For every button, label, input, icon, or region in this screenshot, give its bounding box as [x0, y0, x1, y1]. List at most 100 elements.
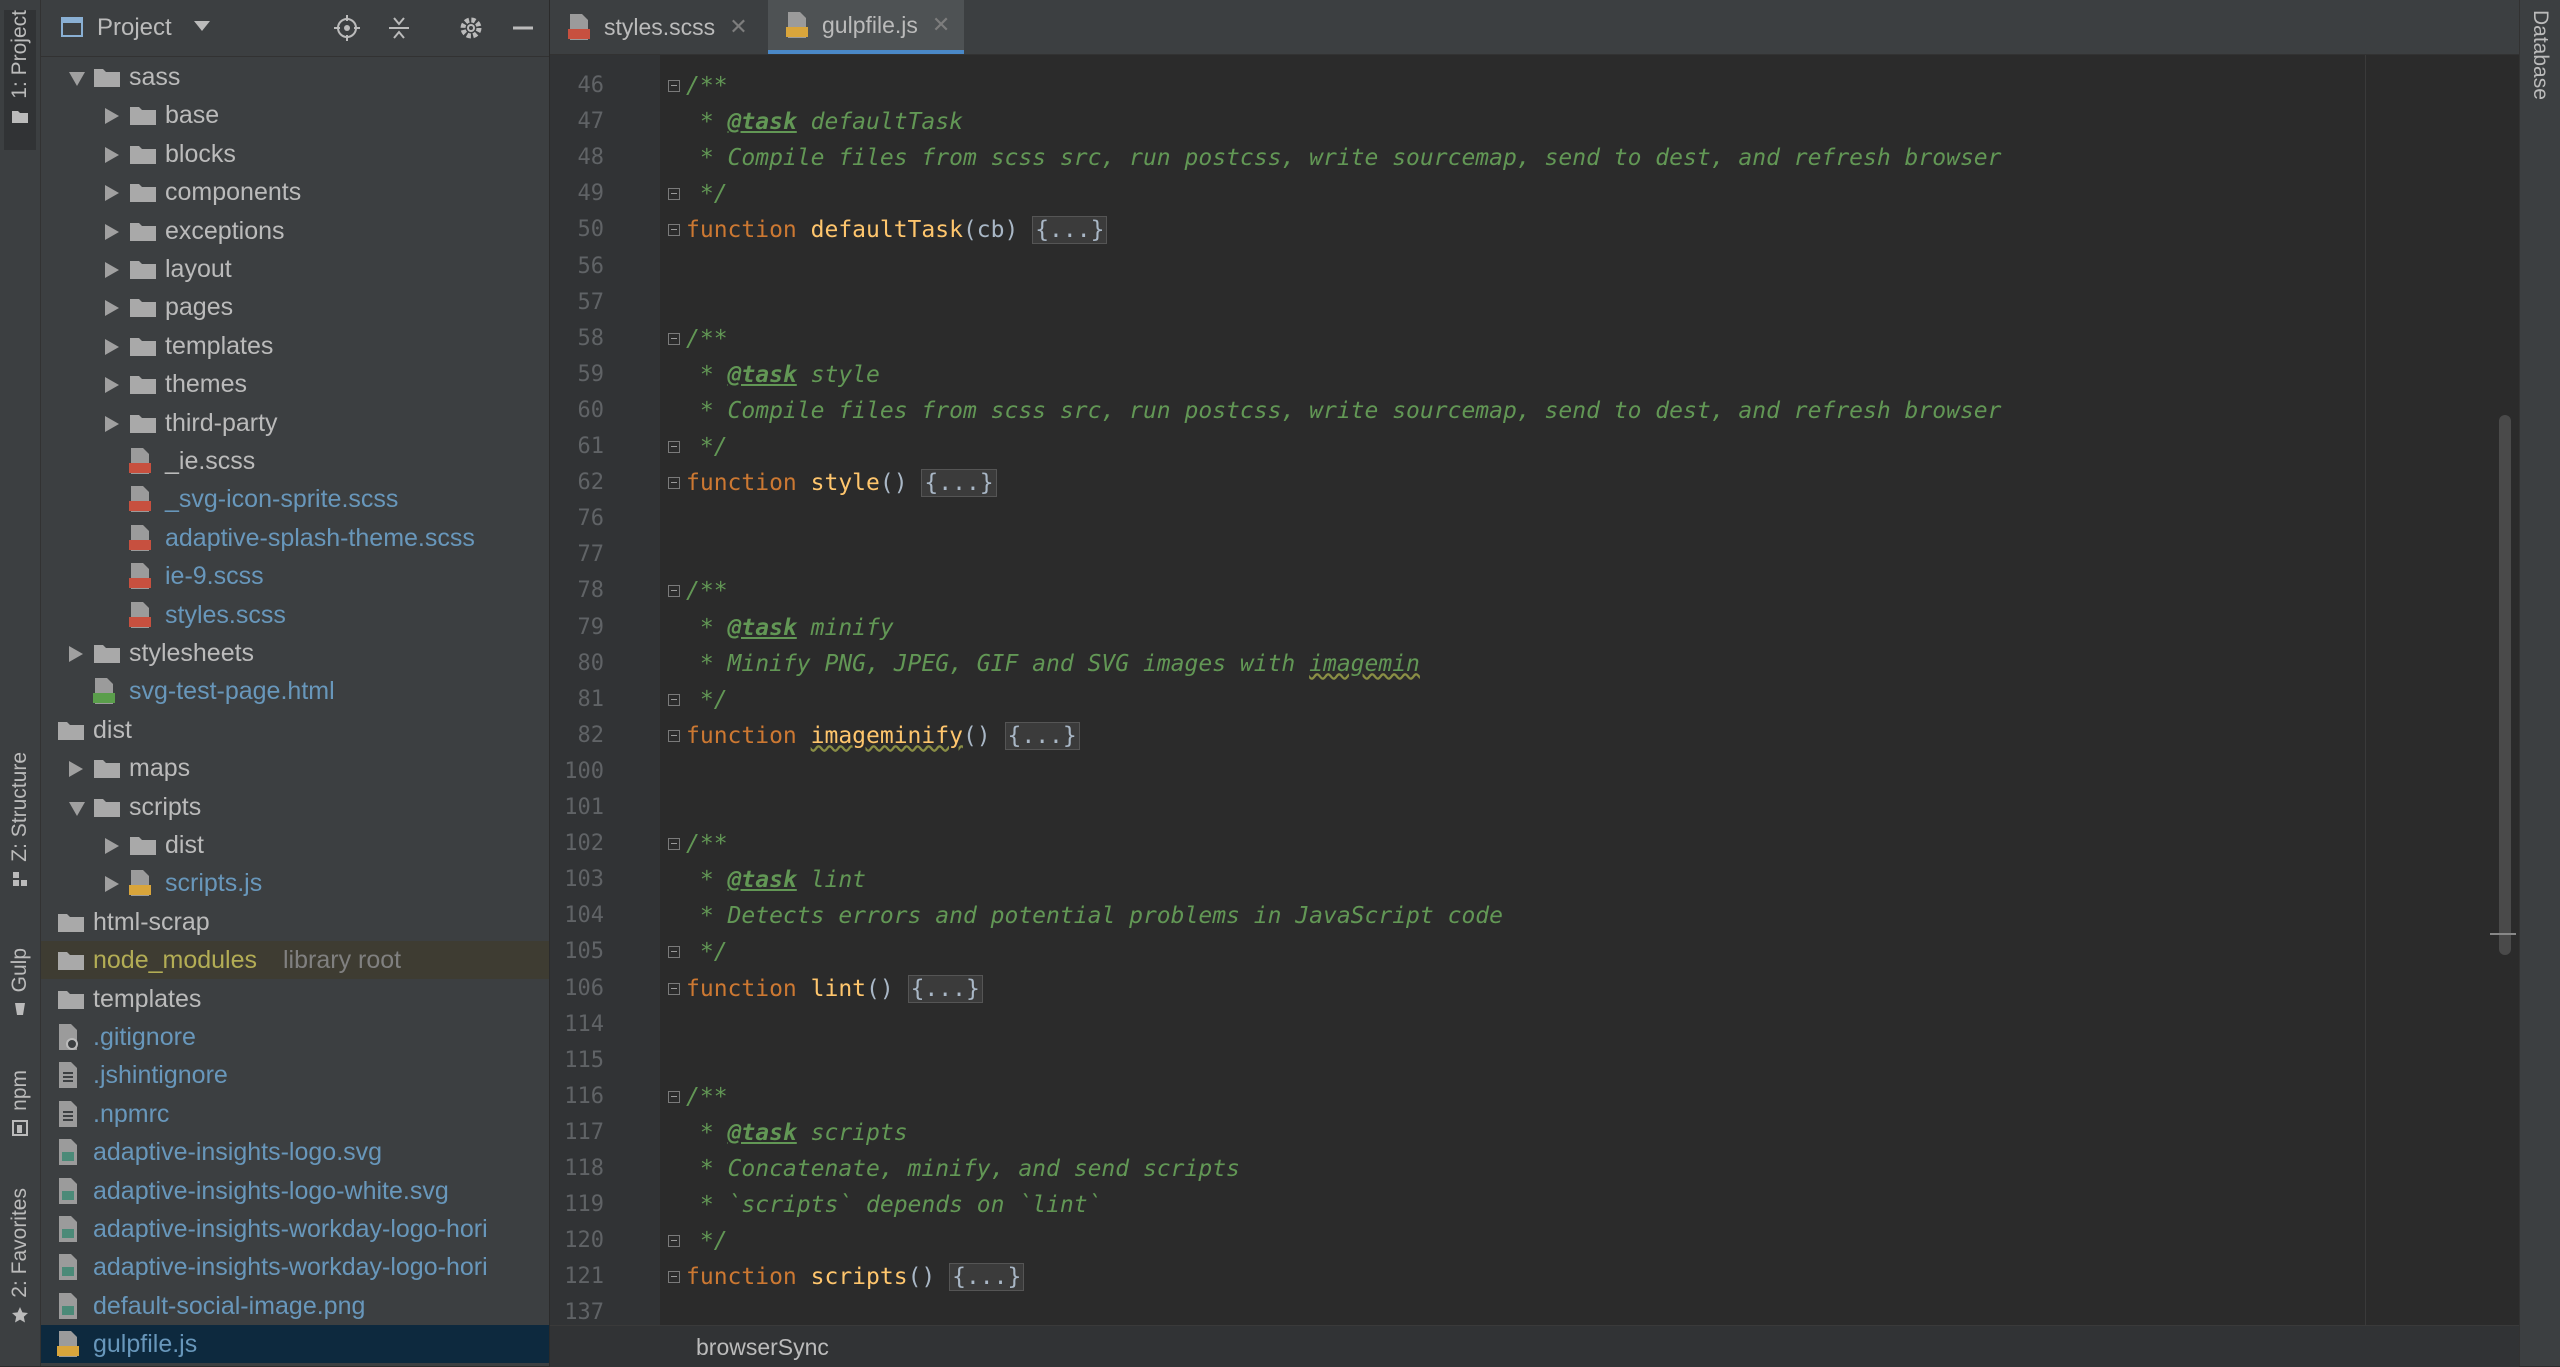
tree-item[interactable]: html-scrap	[41, 903, 549, 941]
tree-item[interactable]: .npmrc	[41, 1095, 549, 1133]
tree-item[interactable]: blocks	[41, 135, 549, 173]
folded-region[interactable]: {...}	[949, 1263, 1025, 1292]
fold-marker-icon[interactable]	[668, 188, 680, 201]
tree-item[interactable]: dist	[41, 826, 549, 864]
collapsed-arrow-icon[interactable]	[105, 876, 119, 893]
tool-tab-gulp[interactable]: Gulp	[4, 948, 36, 1038]
fold-marker-icon[interactable]	[668, 80, 680, 92]
tree-item[interactable]: templates	[41, 980, 549, 1018]
tree-item-suffix: library root	[283, 946, 402, 975]
collapsed-arrow-icon[interactable]	[105, 338, 119, 355]
tree-item[interactable]: adaptive-splash-theme.scss	[41, 519, 549, 557]
tool-tab-database[interactable]: Database	[2528, 10, 2552, 100]
line-number: 46	[577, 73, 605, 98]
fold-marker-icon[interactable]	[668, 982, 680, 995]
fold-marker-icon[interactable]	[668, 838, 680, 851]
fold-marker-icon[interactable]	[668, 585, 680, 598]
tree-item[interactable]: components	[41, 173, 549, 211]
tree-item[interactable]: _svg-icon-sprite.scss	[41, 480, 549, 518]
collapsed-arrow-icon[interactable]	[105, 223, 119, 240]
expanded-arrow-icon[interactable]	[69, 72, 85, 86]
tool-tab-project[interactable]: 1: Project	[4, 10, 36, 150]
code-token: */	[686, 1228, 728, 1255]
tree-item[interactable]: styles.scss	[41, 596, 549, 634]
tree-item[interactable]: adaptive-insights-workday-logo-hori	[41, 1248, 549, 1286]
chevron-down-icon[interactable]	[193, 20, 211, 32]
fold-marker-icon[interactable]	[668, 729, 680, 742]
tree-item[interactable]: sass	[41, 58, 549, 96]
tree-item[interactable]: dist	[41, 711, 549, 749]
tree-item[interactable]: maps	[41, 749, 549, 787]
gear-icon[interactable]	[457, 14, 485, 42]
close-icon[interactable]: ✕	[932, 12, 950, 38]
fold-marker-icon[interactable]	[668, 693, 680, 706]
code-token: style	[810, 470, 880, 497]
collapsed-arrow-icon[interactable]	[69, 646, 83, 662]
locate-icon[interactable]	[333, 14, 361, 42]
editor-scrollbar[interactable]	[2499, 415, 2511, 955]
tree-item[interactable]: adaptive-insights-logo-white.svg	[41, 1172, 549, 1210]
folded-region[interactable]: {...}	[1004, 721, 1080, 750]
collapsed-arrow-icon[interactable]	[105, 415, 119, 432]
expanded-arrow-icon[interactable]	[69, 801, 85, 816]
folder-icon	[58, 990, 84, 1009]
tool-tab-structure[interactable]: Z: Structure	[4, 752, 36, 912]
collapse-all-icon[interactable]	[385, 14, 413, 42]
folded-region[interactable]: {...}	[907, 974, 983, 1003]
tree-item[interactable]: exceptions	[41, 212, 549, 250]
line-number: 120	[564, 1228, 604, 1254]
collapsed-arrow-icon[interactable]	[69, 761, 83, 778]
tool-tab-favorites[interactable]: 2: Favorites	[4, 1188, 36, 1348]
fold-marker-icon[interactable]	[668, 1090, 680, 1103]
tree-item[interactable]: .jshintignore	[41, 1056, 549, 1094]
tree-item[interactable]: adaptive-insights-logo.svg	[41, 1133, 549, 1171]
collapsed-arrow-icon[interactable]	[105, 377, 119, 394]
fold-marker-icon[interactable]	[668, 1271, 680, 1284]
collapsed-arrow-icon[interactable]	[105, 185, 119, 202]
tree-item[interactable]: node_modules library root	[41, 941, 549, 980]
tree-item[interactable]: templates	[41, 327, 549, 365]
code-editor[interactable]: /** * @task defaultTask * Compile files …	[660, 55, 2519, 1325]
code-line: * @task scripts	[686, 1118, 908, 1148]
tree-item[interactable]: ie-9.scss	[41, 557, 549, 595]
tree-item[interactable]: scripts.js	[41, 864, 549, 902]
collapsed-arrow-icon[interactable]	[105, 300, 119, 317]
breadcrumb-item[interactable]: browserSync	[696, 1334, 829, 1361]
collapsed-arrow-icon[interactable]	[105, 146, 119, 163]
tree-item-label: layout	[165, 255, 232, 283]
tool-tab-npm[interactable]: npm	[4, 1070, 36, 1160]
tree-item[interactable]: default-social-image.png	[41, 1287, 549, 1325]
fold-marker-icon[interactable]	[668, 1235, 680, 1248]
minimize-icon[interactable]	[509, 14, 537, 42]
tree-item[interactable]: gulpfile.js	[41, 1325, 549, 1364]
collapsed-arrow-icon[interactable]	[105, 108, 119, 125]
folded-region[interactable]: {...}	[921, 469, 997, 498]
tree-item[interactable]: scripts	[41, 788, 549, 826]
tree-item[interactable]: .gitignore	[41, 1018, 549, 1056]
editor-tab-styles-scss[interactable]: styles.scss ✕	[550, 0, 762, 54]
folded-region[interactable]: {...}	[1032, 216, 1108, 245]
project-view-title[interactable]: Project	[97, 14, 172, 42]
fold-marker-icon[interactable]	[668, 224, 680, 237]
tree-item[interactable]: base	[41, 96, 549, 134]
tree-item[interactable]: third-party	[41, 404, 549, 442]
fold-marker-icon[interactable]	[668, 441, 680, 453]
code-token: * `scripts` depends on `lint`	[686, 1192, 1102, 1219]
tree-item[interactable]: _ie.scss	[41, 442, 549, 480]
folder-icon	[130, 222, 156, 241]
tree-item[interactable]: stylesheets	[41, 634, 549, 672]
fold-marker-icon[interactable]	[668, 332, 680, 345]
tree-item-label: dist	[165, 831, 204, 859]
fold-marker-icon[interactable]	[668, 477, 680, 490]
code-line: * `scripts` depends on `lint`	[686, 1190, 1102, 1220]
tree-item[interactable]: adaptive-insights-workday-logo-hori	[41, 1210, 549, 1248]
tree-item[interactable]: layout	[41, 250, 549, 288]
close-icon[interactable]: ✕	[729, 14, 747, 40]
tree-item[interactable]: pages	[41, 288, 549, 326]
editor-tab-gulpfile-js[interactable]: gulpfile.js ✕	[768, 0, 965, 54]
tree-item[interactable]: themes	[41, 365, 549, 403]
fold-marker-icon[interactable]	[668, 946, 680, 959]
collapsed-arrow-icon[interactable]	[105, 262, 119, 278]
collapsed-arrow-icon[interactable]	[105, 838, 119, 854]
tree-item[interactable]: svg-test-page.html	[41, 672, 549, 710]
